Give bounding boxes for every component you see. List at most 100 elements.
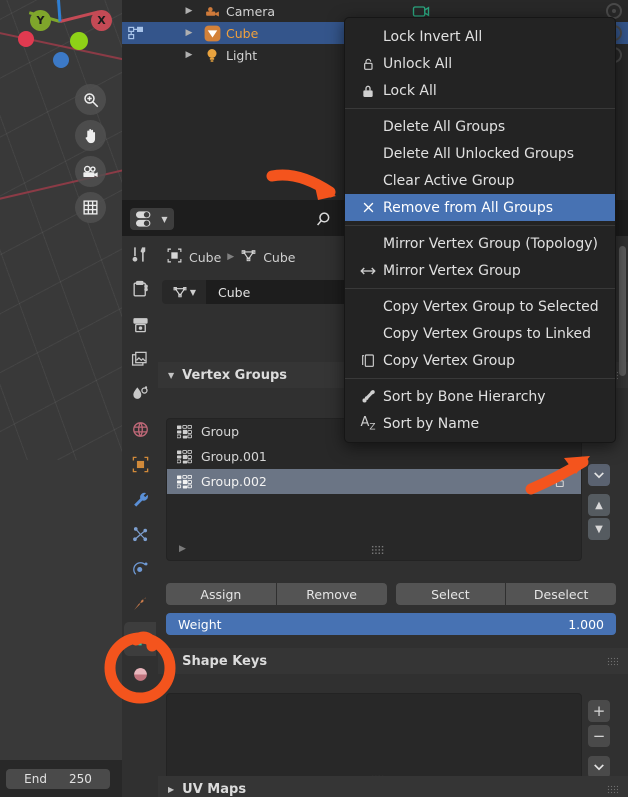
vertex-group-move-down[interactable]: ▼: [588, 518, 610, 540]
tab-constraints[interactable]: [124, 587, 156, 621]
vertex-group-specials-context-menu[interactable]: Lock Invert All Unlock All Lock All Dele…: [344, 17, 616, 443]
frame-end-value: 250: [68, 772, 92, 786]
zoom-view-icon[interactable]: [75, 84, 106, 115]
tab-view-layer[interactable]: [124, 342, 156, 376]
assign-button[interactable]: Assign: [166, 583, 276, 605]
menu-item-copy-vertex-group[interactable]: Copy Vertex Group: [345, 347, 615, 374]
weight-value: 1.000: [568, 616, 604, 632]
frame-end-label: End: [24, 772, 47, 786]
list-item[interactable]: Group.001: [167, 444, 581, 469]
gizmo-x-label: X: [97, 14, 106, 27]
menu-item-label: Mirror Vertex Group (Topology): [383, 235, 598, 252]
pan-view-icon[interactable]: [75, 120, 106, 151]
breadcrumb-object-label[interactable]: Cube: [189, 250, 221, 265]
gizmo-axis-y-neg[interactable]: [70, 32, 88, 50]
menu-item-unlock-all[interactable]: Unlock All: [345, 50, 615, 77]
viewport-3d[interactable]: X Y: [0, 0, 122, 760]
expand-triangle-icon[interactable]: ▶: [178, 50, 200, 60]
list-item-label: Group.001: [201, 449, 267, 464]
toggle-ortho-perspective-icon[interactable]: [75, 192, 106, 223]
vertex-group-operations: Assign Remove Select Deselect: [166, 583, 616, 605]
expand-triangle-icon[interactable]: ▶: [178, 6, 200, 16]
menu-item-label: Clear Active Group: [383, 172, 515, 189]
tab-physics[interactable]: [124, 552, 156, 586]
menu-item-label: Copy Vertex Group to Selected: [383, 298, 599, 315]
expand-triangle-icon[interactable]: ▶: [178, 28, 200, 38]
select-button[interactable]: Select: [395, 583, 506, 605]
lock-icon: [353, 83, 383, 99]
menu-item-mirror-vertex-group[interactable]: Mirror Vertex Group: [345, 257, 615, 284]
menu-item-sort-by-name[interactable]: AZ Sort by Name: [345, 410, 615, 437]
mesh-data-browse-icon[interactable]: ▼: [162, 280, 206, 304]
shape-key-specials-menu[interactable]: [588, 756, 610, 778]
menu-separator: [345, 378, 615, 379]
tab-object[interactable]: [124, 447, 156, 481]
menu-item-sort-by-bone-hierarchy[interactable]: Sort by Bone Hierarchy: [345, 383, 615, 410]
remove-button[interactable]: Remove: [276, 583, 387, 605]
outliner-item-label: Light: [226, 47, 258, 63]
timeline-editor[interactable]: End 250: [0, 760, 122, 797]
camera-object-icon: [200, 3, 224, 20]
panel-grip-icon: [607, 656, 618, 666]
menu-item-copy-vertex-groups-to-linked[interactable]: Copy Vertex Groups to Linked: [345, 320, 615, 347]
light-object-icon: [200, 46, 224, 64]
tab-object-data[interactable]: [124, 622, 156, 656]
tab-world[interactable]: [124, 412, 156, 446]
menu-item-label: Sort by Name: [383, 415, 480, 432]
tab-output[interactable]: [124, 307, 156, 341]
menu-item-label: Copy Vertex Groups to Linked: [383, 325, 591, 342]
menu-item-label: Lock All: [383, 82, 437, 99]
list-item-selected[interactable]: Group.002: [167, 469, 581, 494]
list-item-label: Group: [201, 424, 240, 439]
vertex-group-move-up[interactable]: ▲: [588, 494, 610, 516]
menu-item-delete-all-groups[interactable]: Delete All Groups: [345, 113, 615, 140]
gizmo-axis-y-pos[interactable]: Y: [30, 10, 51, 31]
tab-particles[interactable]: [124, 517, 156, 551]
shape-key-add-button[interactable]: +: [588, 700, 610, 722]
breadcrumb: Cube ▶ Cube: [166, 246, 295, 268]
tab-modifiers[interactable]: [124, 482, 156, 516]
outliner-item-label: Camera: [226, 3, 276, 19]
shape-keys-panel-header[interactable]: ▼ Shape Keys: [158, 648, 628, 674]
editor-type-selector[interactable]: ▼: [130, 208, 174, 230]
search-icon[interactable]: [305, 206, 345, 232]
breadcrumb-data-label[interactable]: Cube: [263, 250, 295, 265]
frame-end-field[interactable]: End 250: [6, 769, 110, 789]
resize-grip-icon[interactable]: [371, 545, 384, 555]
unlock-icon[interactable]: [552, 474, 567, 492]
sort-az-icon: AZ: [360, 414, 376, 433]
shape-key-remove-button[interactable]: −: [588, 725, 610, 747]
properties-scrollbar[interactable]: [619, 246, 626, 376]
gizmo-axis-z-neg[interactable]: [53, 52, 69, 68]
gizmo-y-label: Y: [36, 14, 45, 27]
tab-scene[interactable]: [124, 377, 156, 411]
properties-tab-column[interactable]: [122, 236, 158, 797]
gizmo-axis-x-pos[interactable]: X: [91, 10, 112, 31]
mesh-data-icon: [240, 247, 257, 267]
tab-render[interactable]: [124, 272, 156, 306]
menu-item-clear-active-group[interactable]: Clear Active Group: [345, 167, 615, 194]
panel-title: Vertex Groups: [182, 367, 287, 383]
menu-item-mirror-vertex-group-topology[interactable]: Mirror Vertex Group (Topology): [345, 230, 615, 257]
weight-slider[interactable]: Weight 1.000: [166, 613, 616, 635]
deselect-button[interactable]: Deselect: [506, 583, 616, 605]
object-relation-icon: [128, 26, 144, 43]
menu-item-lock-invert-all[interactable]: Lock Invert All: [345, 23, 615, 50]
expand-triangle-icon[interactable]: ▶: [179, 544, 186, 554]
vertex-group-specials-menu[interactable]: [588, 464, 610, 486]
menu-item-lock-all[interactable]: Lock All: [345, 77, 615, 104]
outliner-item-label: Cube: [226, 25, 259, 41]
camera-view-icon[interactable]: [75, 156, 106, 187]
menu-item-copy-vertex-group-to-selected[interactable]: Copy Vertex Group to Selected: [345, 293, 615, 320]
menu-separator: [345, 288, 615, 289]
object-icon: [166, 247, 183, 267]
gizmo-axis-x-neg[interactable]: [18, 31, 34, 47]
uv-maps-panel-header[interactable]: ▶ UV Maps: [158, 776, 628, 797]
navigation-gizmo[interactable]: X Y: [8, 0, 114, 80]
panel-grip-icon: [607, 784, 618, 794]
tab-material[interactable]: [124, 657, 156, 691]
menu-item-remove-from-all-groups[interactable]: Remove from All Groups: [345, 194, 615, 221]
menu-item-delete-all-unlocked-groups[interactable]: Delete All Unlocked Groups: [345, 140, 615, 167]
tab-tool[interactable]: [124, 237, 156, 271]
triangle-right-icon: ▶: [168, 784, 175, 794]
